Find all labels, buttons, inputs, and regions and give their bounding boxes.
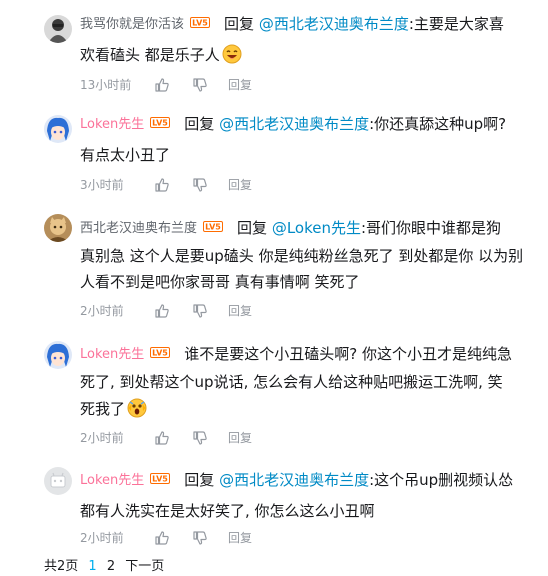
username[interactable]: Loken先生 <box>80 473 144 488</box>
timestamp: 13小时前 <box>80 78 132 92</box>
reply-text: 都有人洗实在是太好笑了, 你怎么这么小丑啊 <box>80 502 375 520</box>
reply-button[interactable]: 回复 <box>228 529 252 547</box>
reply-word: 回复 <box>184 115 215 133</box>
reply-word: 回复 <box>184 471 215 489</box>
thumbs-down-icon[interactable] <box>192 430 208 446</box>
next-page-link[interactable]: 下一页 <box>125 559 164 574</box>
mention-link[interactable]: @Loken先生 <box>272 219 361 237</box>
reply-text: 欢看磕头 都是乐子人 <box>80 46 220 64</box>
timestamp: 2小时前 <box>80 304 124 318</box>
scream-emoji-icon <box>127 398 147 418</box>
avatar[interactable] <box>44 115 72 143</box>
reply-word: 回复 <box>237 219 268 237</box>
level-text: LV5 <box>152 349 168 358</box>
timestamp: 2小时前 <box>80 531 124 545</box>
timestamp: 2小时前 <box>80 431 124 445</box>
thumbs-down-icon[interactable] <box>192 303 208 319</box>
thumbs-up-icon[interactable] <box>154 77 170 93</box>
mention-link[interactable]: @西北老汉迪奥布兰度 <box>219 115 369 133</box>
thumbs-down-icon[interactable] <box>192 530 208 546</box>
level-badge: LV5 <box>203 221 224 232</box>
level-badge: LV5 <box>150 117 171 128</box>
level-badge: LV5 <box>190 17 211 28</box>
reply-button[interactable]: 回复 <box>228 429 252 447</box>
thumbs-up-icon[interactable] <box>154 177 170 193</box>
reply-text: 有点太小丑了 <box>80 146 171 164</box>
thumbs-up-icon[interactable] <box>154 303 170 319</box>
reply-item: Loken先生 LV5 回复 @西北老汉迪奥布兰度:这个吊up删视频认怂 都有人洗实… <box>0 456 548 556</box>
reply-text: 真别急 这个人是要up磕头 你是纯纯粉丝急死了 到处都是你 以为别 <box>80 247 524 265</box>
mention-link[interactable]: @西北老汉迪奥布兰度 <box>259 15 409 33</box>
reply-item: Loken先生 LV5 谁不是要这个小丑磕头啊? 你这个小丑才是纯纯急 死了, 到处… <box>0 328 548 456</box>
reply-text: :哥们你眼中谁都是狗 <box>360 219 502 237</box>
level-badge: LV5 <box>150 347 171 358</box>
reply-text: :主要是大家喜 <box>408 15 504 33</box>
level-text: LV5 <box>152 475 168 484</box>
reply-text: 人看不到是吧你家哥哥 真有事情啊 笑死了 <box>80 273 360 291</box>
avatar[interactable] <box>44 467 72 495</box>
reply-button[interactable]: 回复 <box>228 76 252 94</box>
username[interactable]: 西北老汉迪奥布兰度 <box>80 221 197 236</box>
reply-item: 西北老汉迪奥布兰度 LV5 回复 @Loken先生:哥们你眼中谁都是狗 真别急 这个… <box>0 200 548 328</box>
reply-item: 我骂你就是你活该 LV5 回复 @西北老汉迪奥布兰度:主要是大家喜 欢看磕头 都是乐… <box>0 0 548 100</box>
reply-text: 死我了 <box>80 400 126 418</box>
level-text: LV5 <box>192 19 208 28</box>
thumbs-up-icon[interactable] <box>154 430 170 446</box>
page-2-link[interactable]: 2 <box>107 559 115 574</box>
reply-button[interactable]: 回复 <box>228 176 252 194</box>
reply-text: 谁不是要这个小丑磕头啊? 你这个小丑才是纯纯急 <box>184 345 513 363</box>
reply-text: :你还真舔这种up啊? <box>369 115 507 133</box>
reply-text: :这个吊up删视频认怂 <box>369 471 514 489</box>
avatar[interactable] <box>44 214 72 242</box>
thumbs-up-icon[interactable] <box>154 530 170 546</box>
thumbs-down-icon[interactable] <box>192 77 208 93</box>
page-1-link[interactable]: 1 <box>88 559 96 574</box>
level-badge: LV5 <box>150 473 171 484</box>
avatar[interactable] <box>44 15 72 43</box>
reply-word: 回复 <box>224 15 255 33</box>
username[interactable]: Loken先生 <box>80 347 144 362</box>
level-text: LV5 <box>152 119 168 128</box>
pagination: 共2页 1 2 下一页 <box>44 558 170 576</box>
thumbs-down-icon[interactable] <box>192 177 208 193</box>
reply-button[interactable]: 回复 <box>228 302 252 320</box>
mention-link[interactable]: @西北老汉迪奥布兰度 <box>219 471 369 489</box>
username[interactable]: Loken先生 <box>80 117 144 132</box>
reply-text: 死了, 到处帮这个up说话, 怎么会有人给这种贴吧搬运工洗啊, 笑 <box>80 373 503 391</box>
laughing-emoji-icon <box>222 44 242 64</box>
reply-item: Loken先生 LV5 回复 @西北老汉迪奥布兰度:你还真舔这种up啊? 有点太小丑… <box>0 100 548 200</box>
page-total: 共2页 <box>44 559 79 574</box>
timestamp: 3小时前 <box>80 178 124 192</box>
avatar[interactable] <box>44 341 72 369</box>
level-text: LV5 <box>205 223 221 232</box>
username[interactable]: 我骂你就是你活该 <box>80 17 184 32</box>
